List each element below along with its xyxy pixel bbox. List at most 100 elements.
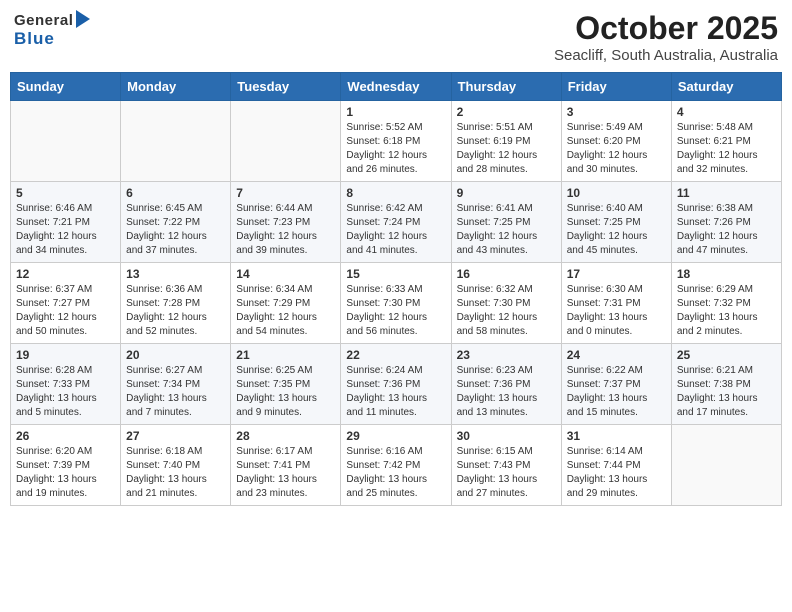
day-number: 10 — [567, 186, 666, 200]
day-info: Sunrise: 6:21 AM Sunset: 7:38 PM Dayligh… — [677, 364, 776, 420]
calendar-cell: 20 Sunrise: 6:27 AM Sunset: 7:34 PM Dayli… — [121, 344, 231, 425]
day-number: 23 — [457, 348, 556, 362]
day-info: Sunrise: 6:15 AM Sunset: 7:43 PM Dayligh… — [457, 445, 556, 501]
calendar-cell: 17Sunrise: 6:30 AM Sunset: 7:31 PM Dayli… — [561, 263, 671, 344]
calendar-cell: 16 Sunrise: 6:32 AM Sunset: 7:30 PM Dayli… — [451, 263, 561, 344]
calendar-cell: 4 Sunrise: 5:48 AM Sunset: 6:21 PM Daylig… — [671, 101, 781, 182]
day-info: Sunrise: 6:24 AM Sunset: 7:36 PM Dayligh… — [346, 364, 445, 420]
day-number: 20 — [126, 348, 225, 362]
day-info: Sunrise: 6:36 AM Sunset: 7:28 PM Dayligh… — [126, 283, 225, 339]
day-number: 14 — [236, 267, 335, 281]
day-number: 3 — [567, 105, 666, 119]
day-number: 16 — [457, 267, 556, 281]
day-info: Sunrise: 6:38 AM Sunset: 7:26 PM Dayligh… — [677, 202, 776, 258]
day-number: 24 — [567, 348, 666, 362]
day-number: 9 — [457, 186, 556, 200]
day-info: Sunrise: 6:20 AM Sunset: 7:39 PM Dayligh… — [16, 445, 115, 501]
weekday-header-sunday: Sunday — [11, 73, 121, 101]
day-info: Sunrise: 6:46 AM Sunset: 7:21 PM Dayligh… — [16, 202, 115, 258]
calendar-cell: 27 Sunrise: 6:18 AM Sunset: 7:40 PM Dayli… — [121, 425, 231, 506]
day-info: Sunrise: 6:30 AM Sunset: 7:31 PM Dayligh… — [567, 283, 666, 339]
day-info: Sunrise: 6:18 AM Sunset: 7:40 PM Dayligh… — [126, 445, 225, 501]
calendar-week-row: 12 Sunrise: 6:37 AM Sunset: 7:27 PM Dayli… — [11, 263, 782, 344]
weekday-header-monday: Monday — [121, 73, 231, 101]
calendar-cell: 13 Sunrise: 6:36 AM Sunset: 7:28 PM Dayli… — [121, 263, 231, 344]
calendar-week-row: 5 Sunrise: 6:46 AM Sunset: 7:21 PM Daylig… — [11, 182, 782, 263]
day-number: 27 — [126, 429, 225, 443]
logo-general-text: General — [14, 13, 73, 28]
day-number: 26 — [16, 429, 115, 443]
calendar-cell — [11, 101, 121, 182]
page-subtitle: Seacliff, South Australia, Australia — [554, 47, 778, 64]
calendar-table: SundayMondayTuesdayWednesdayThursdayFrid… — [10, 72, 782, 506]
calendar-cell: 18 Sunrise: 6:29 AM Sunset: 7:32 PM Dayli… — [671, 263, 781, 344]
calendar-cell: 15 Sunrise: 6:33 AM Sunset: 7:30 PM Dayli… — [341, 263, 451, 344]
day-info: Sunrise: 5:49 AM Sunset: 6:20 PM Dayligh… — [567, 121, 666, 177]
day-number: 28 — [236, 429, 335, 443]
logo-triangle-icon — [76, 10, 90, 28]
calendar-cell: 2 Sunrise: 5:51 AM Sunset: 6:19 PM Daylig… — [451, 101, 561, 182]
calendar-cell: 28 Sunrise: 6:17 AM Sunset: 7:41 PM Dayli… — [231, 425, 341, 506]
day-number: 2 — [457, 105, 556, 119]
calendar-cell — [121, 101, 231, 182]
calendar-cell: 6 Sunrise: 6:45 AM Sunset: 7:22 PM Daylig… — [121, 182, 231, 263]
day-info: Sunrise: 5:51 AM Sunset: 6:19 PM Dayligh… — [457, 121, 556, 177]
day-info: Sunrise: 6:32 AM Sunset: 7:30 PM Dayligh… — [457, 283, 556, 339]
day-number: 13 — [126, 267, 225, 281]
day-number: 7 — [236, 186, 335, 200]
calendar-week-row: 19Sunrise: 6:28 AM Sunset: 7:33 PM Dayli… — [11, 344, 782, 425]
day-number: 15 — [346, 267, 445, 281]
day-number: 1 — [346, 105, 445, 119]
calendar-cell: 5 Sunrise: 6:46 AM Sunset: 7:21 PM Daylig… — [11, 182, 121, 263]
calendar-week-row: 26 Sunrise: 6:20 AM Sunset: 7:39 PM Dayli… — [11, 425, 782, 506]
calendar-cell — [231, 101, 341, 182]
day-info: Sunrise: 6:25 AM Sunset: 7:35 PM Dayligh… — [236, 364, 335, 420]
day-info: Sunrise: 6:23 AM Sunset: 7:36 PM Dayligh… — [457, 364, 556, 420]
calendar-cell: 21 Sunrise: 6:25 AM Sunset: 7:35 PM Dayli… — [231, 344, 341, 425]
day-info: Sunrise: 6:37 AM Sunset: 7:27 PM Dayligh… — [16, 283, 115, 339]
day-info: Sunrise: 5:48 AM Sunset: 6:21 PM Dayligh… — [677, 121, 776, 177]
day-number: 5 — [16, 186, 115, 200]
day-info: Sunrise: 6:29 AM Sunset: 7:32 PM Dayligh… — [677, 283, 776, 339]
day-info: Sunrise: 6:33 AM Sunset: 7:30 PM Dayligh… — [346, 283, 445, 339]
calendar-cell: 12 Sunrise: 6:37 AM Sunset: 7:27 PM Dayli… — [11, 263, 121, 344]
calendar-cell: 8 Sunrise: 6:42 AM Sunset: 7:24 PM Daylig… — [341, 182, 451, 263]
calendar-cell: 29Sunrise: 6:16 AM Sunset: 7:42 PM Dayli… — [341, 425, 451, 506]
day-number: 12 — [16, 267, 115, 281]
calendar-cell: 1Sunrise: 5:52 AM Sunset: 6:18 PM Daylig… — [341, 101, 451, 182]
calendar-cell: 3 Sunrise: 5:49 AM Sunset: 6:20 PM Daylig… — [561, 101, 671, 182]
day-number: 19 — [16, 348, 115, 362]
day-number: 6 — [126, 186, 225, 200]
day-number: 21 — [236, 348, 335, 362]
calendar-cell: 10 Sunrise: 6:40 AM Sunset: 7:25 PM Dayli… — [561, 182, 671, 263]
day-info: Sunrise: 6:27 AM Sunset: 7:34 PM Dayligh… — [126, 364, 225, 420]
day-number: 30 — [457, 429, 556, 443]
day-info: Sunrise: 6:44 AM Sunset: 7:23 PM Dayligh… — [236, 202, 335, 258]
day-number: 31 — [567, 429, 666, 443]
weekday-header-tuesday: Tuesday — [231, 73, 341, 101]
day-info: Sunrise: 6:17 AM Sunset: 7:41 PM Dayligh… — [236, 445, 335, 501]
calendar-cell: 25 Sunrise: 6:21 AM Sunset: 7:38 PM Dayli… — [671, 344, 781, 425]
weekday-header-wednesday: Wednesday — [341, 73, 451, 101]
day-number: 25 — [677, 348, 776, 362]
day-info: Sunrise: 6:42 AM Sunset: 7:24 PM Dayligh… — [346, 202, 445, 258]
day-info: Sunrise: 6:22 AM Sunset: 7:37 PM Dayligh… — [567, 364, 666, 420]
calendar-cell: 30 Sunrise: 6:15 AM Sunset: 7:43 PM Dayli… — [451, 425, 561, 506]
logo-blue-text: Blue — [14, 30, 55, 47]
calendar-cell: 31 Sunrise: 6:14 AM Sunset: 7:44 PM Dayli… — [561, 425, 671, 506]
day-number: 11 — [677, 186, 776, 200]
day-info: Sunrise: 6:45 AM Sunset: 7:22 PM Dayligh… — [126, 202, 225, 258]
logo: General Blue — [14, 10, 90, 47]
day-number: 8 — [346, 186, 445, 200]
weekday-header-thursday: Thursday — [451, 73, 561, 101]
day-info: Sunrise: 6:40 AM Sunset: 7:25 PM Dayligh… — [567, 202, 666, 258]
day-number: 4 — [677, 105, 776, 119]
calendar-cell: 19Sunrise: 6:28 AM Sunset: 7:33 PM Dayli… — [11, 344, 121, 425]
page-title: October 2025 — [554, 10, 778, 47]
title-block: October 2025 Seacliff, South Australia, … — [554, 10, 778, 64]
calendar-cell: 24 Sunrise: 6:22 AM Sunset: 7:37 PM Dayli… — [561, 344, 671, 425]
day-info: Sunrise: 6:14 AM Sunset: 7:44 PM Dayligh… — [567, 445, 666, 501]
day-info: Sunrise: 6:41 AM Sunset: 7:25 PM Dayligh… — [457, 202, 556, 258]
calendar-cell: 26 Sunrise: 6:20 AM Sunset: 7:39 PM Dayli… — [11, 425, 121, 506]
day-number: 18 — [677, 267, 776, 281]
